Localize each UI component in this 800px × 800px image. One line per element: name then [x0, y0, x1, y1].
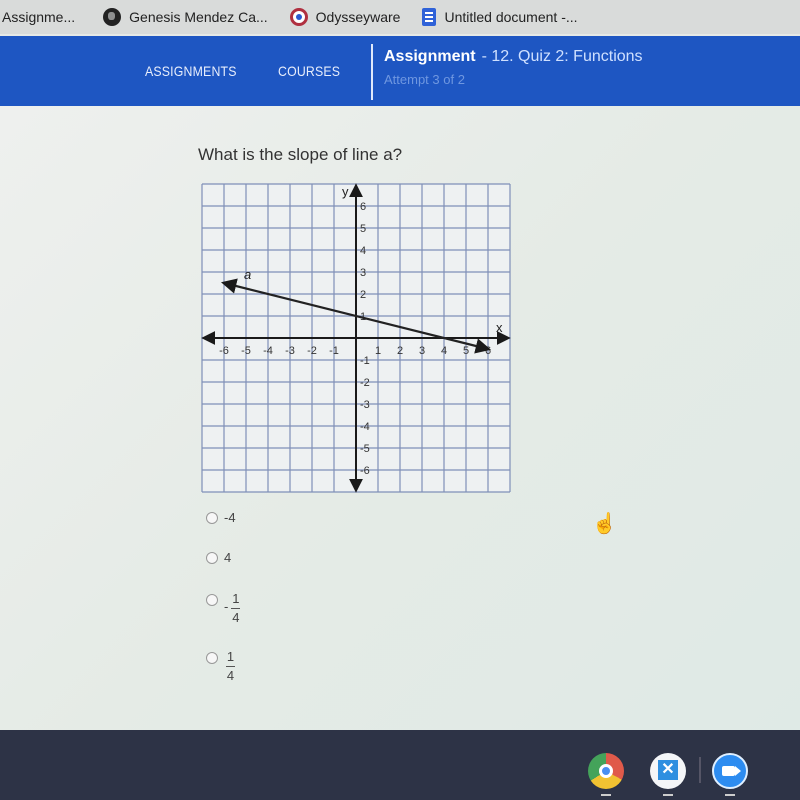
y-tick-label: -3 — [360, 399, 370, 411]
y-tick-label: 4 — [360, 245, 366, 257]
nav-divider — [371, 44, 373, 100]
option-neg-4[interactable]: -4 — [206, 510, 236, 525]
odysseyware-icon — [289, 8, 308, 26]
assignment-name: - 12. Quiz 2: Functions — [481, 48, 643, 65]
x-tick-label: -4 — [263, 345, 273, 357]
bookmark-assignments[interactable]: Assignme... — [2, 9, 75, 25]
nav-courses[interactable]: COURSES — [278, 63, 340, 79]
y-axis-label: y — [342, 184, 349, 199]
assignment-heading: Assignment - 12. Quiz 2: Functions — [384, 48, 643, 66]
bookmark-label: Assignme... — [2, 9, 76, 25]
running-indicator — [725, 794, 735, 796]
option-label: -4 — [224, 510, 236, 525]
radio-button[interactable] — [206, 552, 218, 564]
globe-icon — [103, 8, 122, 26]
y-tick-label: -6 — [360, 465, 370, 477]
x-tick-label: 4 — [441, 345, 447, 357]
x-tick-label: -1 — [329, 345, 339, 357]
y-tick-label: 2 — [360, 289, 366, 301]
top-navbar: ASSIGNMENTS COURSES Assignment - 12. Quiz… — [0, 36, 800, 106]
chrome-app-icon[interactable] — [588, 753, 624, 789]
x-tick-label: 6 — [485, 345, 491, 357]
classroom-app-icon[interactable] — [650, 753, 686, 789]
y-tick-label: -1 — [360, 355, 370, 367]
bookmark-label: Odysseyware — [315, 9, 401, 25]
denominator: 4 — [232, 610, 240, 625]
bookmark-untitled-document[interactable]: Untitled document -... — [422, 8, 578, 26]
attempt-counter: Attempt 3 of 2 — [384, 72, 465, 87]
question-text: What is the slope of line a? — [198, 145, 403, 164]
fraction-bar — [231, 608, 241, 609]
shelf-separator — [699, 757, 701, 783]
fraction: 1 4 — [226, 650, 235, 683]
option-sign: - — [224, 599, 229, 614]
radio-button[interactable] — [206, 512, 218, 524]
bookmark-label: Untitled document -... — [444, 9, 578, 25]
assignment-title: Assignment — [384, 48, 476, 65]
bookmarks-bar: Assignme... Genesis Mendez Ca... Odyssey… — [0, 0, 800, 34]
x-tick-label: 2 — [397, 345, 403, 357]
running-indicator — [663, 794, 673, 796]
fraction-bar — [226, 666, 235, 667]
x-tick-label: 5 — [463, 345, 469, 357]
radio-button[interactable] — [206, 594, 218, 606]
bookmark-genesis[interactable]: Genesis Mendez Ca... — [103, 8, 268, 26]
bookmark-odysseyware[interactable]: Odysseyware — [289, 8, 401, 26]
y-tick-label: 5 — [360, 223, 366, 235]
y-tick-label: -5 — [360, 443, 370, 455]
x-tick-label: -3 — [285, 345, 295, 357]
running-indicator — [601, 794, 611, 796]
coordinate-graph: -6-5-4-3-2-1123456654321-1-2-3-4-5-6 x y… — [201, 183, 511, 493]
option-neg-one-quarter[interactable]: - 1 4 — [206, 591, 241, 625]
zoom-app-icon[interactable] — [712, 753, 748, 789]
x-tick-label: -2 — [307, 345, 317, 357]
x-tick-label: -6 — [219, 345, 229, 357]
y-tick-label: -4 — [360, 421, 370, 433]
radio-button[interactable] — [206, 652, 218, 664]
numerator: 1 — [226, 649, 235, 664]
google-docs-icon — [422, 8, 437, 26]
bookmark-label: Genesis Mendez Ca... — [129, 9, 268, 25]
line-a-label: a — [244, 267, 251, 282]
x-tick-label: -5 — [241, 345, 251, 357]
x-tick-label: 1 — [375, 345, 381, 357]
hand-pointer-cursor-icon: ☝ — [592, 513, 617, 535]
option-one-quarter[interactable]: 1 4 — [206, 650, 235, 683]
fraction: 1 4 — [231, 591, 241, 625]
x-axis-label: x — [496, 320, 503, 335]
option-label: 4 — [224, 550, 232, 565]
nav-assignments[interactable]: ASSIGNMENTS — [145, 63, 237, 79]
option-4[interactable]: 4 — [206, 550, 231, 565]
y-tick-label: -2 — [360, 377, 370, 389]
denominator: 4 — [226, 668, 235, 683]
x-tick-label: 3 — [419, 345, 425, 357]
y-tick-label: 3 — [360, 267, 366, 279]
numerator: 1 — [232, 591, 240, 606]
y-tick-label: 6 — [360, 201, 366, 213]
